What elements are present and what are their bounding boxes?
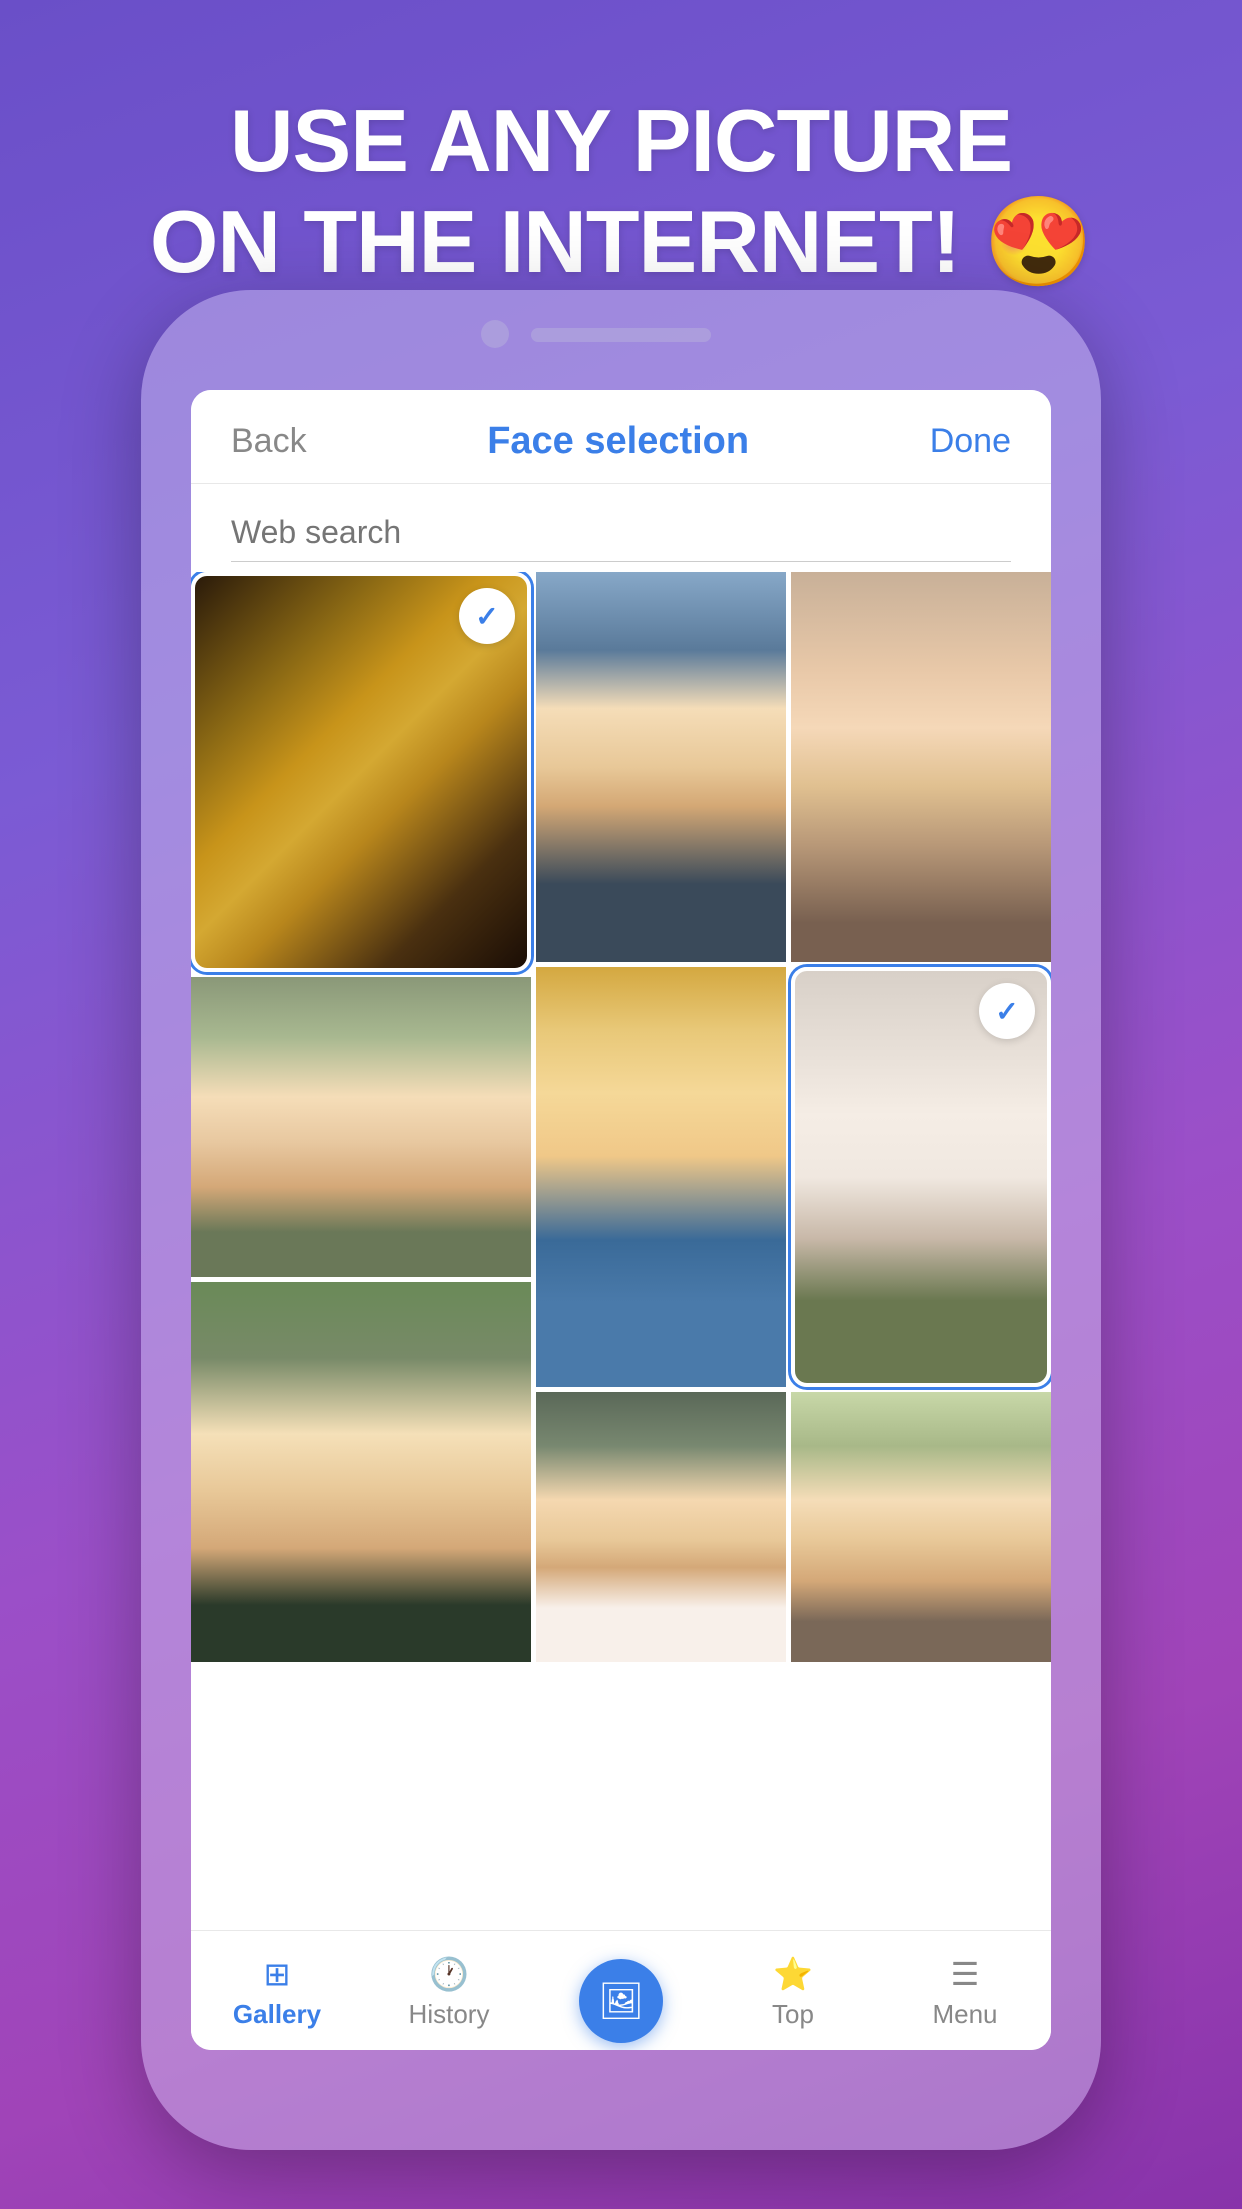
nav-label-top: Top — [772, 1999, 814, 2030]
headline-section: USE ANY PICTURE ON THE INTERNET! 😍 — [0, 0, 1242, 332]
face-cell-blonde-woman[interactable] — [536, 967, 786, 1387]
nav-item-history[interactable]: 🕐 History — [363, 1955, 535, 2030]
face-cell-painting[interactable]: ✓ — [191, 572, 531, 972]
add-fab-button[interactable]: 🖼 — [579, 1959, 663, 2043]
face-cell-curly-woman[interactable] — [536, 1392, 786, 1662]
phone-camera — [481, 320, 509, 348]
nav-label-gallery: Gallery — [233, 1999, 321, 2030]
check-badge-painting: ✓ — [459, 588, 515, 644]
add-fab-icon: 🖼 — [598, 1980, 644, 2022]
top-icon: ⭐ — [773, 1955, 813, 1993]
top-bar: Back Face selection Done — [191, 390, 1051, 484]
nav-label-history: History — [409, 1999, 490, 2030]
face-cell-older-man[interactable]: ✓ — [791, 967, 1051, 1387]
nav-label-menu: Menu — [932, 1999, 997, 2030]
face-cell-woman[interactable] — [791, 572, 1051, 962]
headline-line2: ON THE INTERNET! 😍 — [0, 191, 1242, 292]
phone-screen: Back Face selection Done ✓ — [191, 390, 1051, 2050]
bottom-nav: ⊞ Gallery 🕐 History 🖼 ⭐ Top ☰ Menu — [191, 1930, 1051, 2050]
history-icon: 🕐 — [429, 1955, 469, 1993]
search-input[interactable] — [231, 504, 1011, 562]
menu-icon: ☰ — [951, 1955, 980, 1993]
search-bar-container — [191, 484, 1051, 572]
face-cell-girl-smiling[interactable] — [191, 977, 531, 1277]
back-button[interactable]: Back — [231, 422, 307, 461]
headline-line1: USE ANY PICTURE — [0, 90, 1242, 191]
nav-item-top[interactable]: ⭐ Top — [707, 1955, 879, 2030]
grid-container: ✓ ✓ — [191, 572, 1051, 1930]
check-badge-older-man: ✓ — [979, 983, 1035, 1039]
gallery-icon: ⊞ — [264, 1955, 291, 1993]
nav-item-menu[interactable]: ☰ Menu — [879, 1955, 1051, 2030]
image-grid: ✓ ✓ — [191, 572, 1051, 1930]
done-button[interactable]: Done — [930, 422, 1011, 461]
face-cell-young-man2[interactable] — [191, 1282, 531, 1662]
face-cell-young-man[interactable] — [536, 572, 786, 962]
phone-speaker — [531, 328, 711, 342]
phone-frame-wrapper: Back Face selection Done ✓ — [141, 290, 1101, 2150]
face-cell-young-man3[interactable] — [791, 1392, 1051, 1662]
headline-emoji: 😍 — [984, 192, 1093, 291]
nav-item-gallery[interactable]: ⊞ Gallery — [191, 1955, 363, 2030]
screen-title: Face selection — [487, 420, 749, 463]
